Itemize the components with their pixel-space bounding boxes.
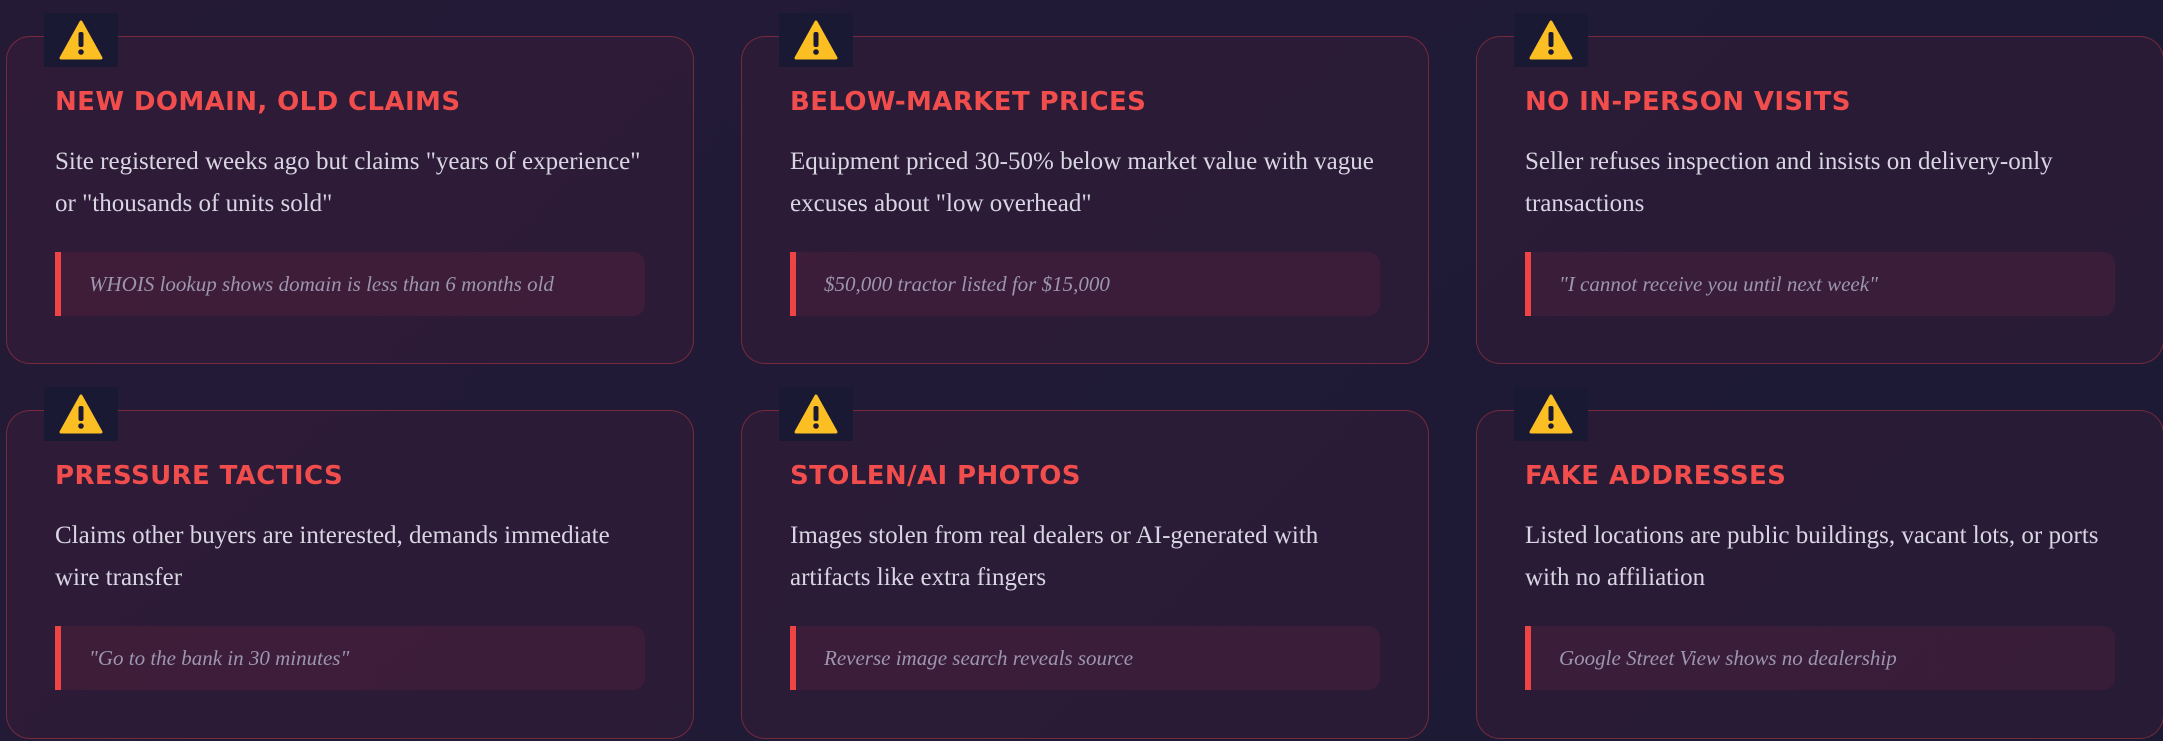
example-callout: $50,000 tractor listed for $15,000 <box>790 252 1380 316</box>
example-callout: Google Street View shows no dealership <box>1525 626 2115 690</box>
card-description: Images stolen from real dealers or AI-ge… <box>790 522 1319 591</box>
example-callout: "Go to the bank in 30 minutes" <box>55 626 645 690</box>
red-flag-card-new-domain: NEW DOMAIN, OLD CLAIMS Site registered w… <box>6 13 694 364</box>
card-description: Equipment priced 30-50% below market val… <box>790 148 1374 217</box>
red-flags-grid: NEW DOMAIN, OLD CLAIMS Site registered w… <box>6 12 2163 739</box>
example-text: WHOIS lookup shows domain is less than 6… <box>89 271 554 296</box>
example-text: "Go to the bank in 30 minutes" <box>89 645 350 670</box>
example-text: Google Street View shows no dealership <box>1559 645 1897 670</box>
warning-icon <box>779 13 853 67</box>
card-title: FAKE ADDRESSES <box>1525 461 1787 491</box>
red-flag-card-pressure: PRESSURE TACTICS Claims other buyers are… <box>6 387 694 739</box>
warning-icon <box>44 387 118 441</box>
card-description: Listed locations are public buildings, v… <box>1525 522 2099 591</box>
warning-icon <box>44 13 118 67</box>
card-title: BELOW-MARKET PRICES <box>790 87 1147 117</box>
card-title: PRESSURE TACTICS <box>55 461 344 491</box>
example-text: "I cannot receive you until next week" <box>1559 271 1878 296</box>
warning-icon <box>1514 387 1588 441</box>
example-text: Reverse image search reveals source <box>824 645 1134 670</box>
warning-icon <box>779 387 853 441</box>
card-description: Claims other buyers are interested, dema… <box>55 522 610 591</box>
example-callout: Reverse image search reveals source <box>790 626 1380 690</box>
example-callout: WHOIS lookup shows domain is less than 6… <box>55 252 645 316</box>
card-description: Site registered weeks ago but claims "ye… <box>55 148 641 217</box>
red-flag-card-no-visits: NO IN-PERSON VISITS Seller refuses inspe… <box>1476 13 2163 364</box>
card-title: STOLEN/AI PHOTOS <box>790 461 1081 491</box>
warning-icon <box>1514 13 1588 67</box>
card-title: NEW DOMAIN, OLD CLAIMS <box>55 87 461 117</box>
card-description: Seller refuses inspection and insists on… <box>1525 148 2053 217</box>
red-flag-card-below-market: BELOW-MARKET PRICES Equipment priced 30-… <box>741 13 1429 364</box>
card-title: NO IN-PERSON VISITS <box>1525 87 1851 117</box>
red-flag-card-addresses: FAKE ADDRESSES Listed locations are publ… <box>1476 387 2163 739</box>
example-callout: "I cannot receive you until next week" <box>1525 252 2115 316</box>
example-text: $50,000 tractor listed for $15,000 <box>824 271 1110 296</box>
red-flag-card-photos: STOLEN/AI PHOTOS Images stolen from real… <box>741 387 1429 739</box>
